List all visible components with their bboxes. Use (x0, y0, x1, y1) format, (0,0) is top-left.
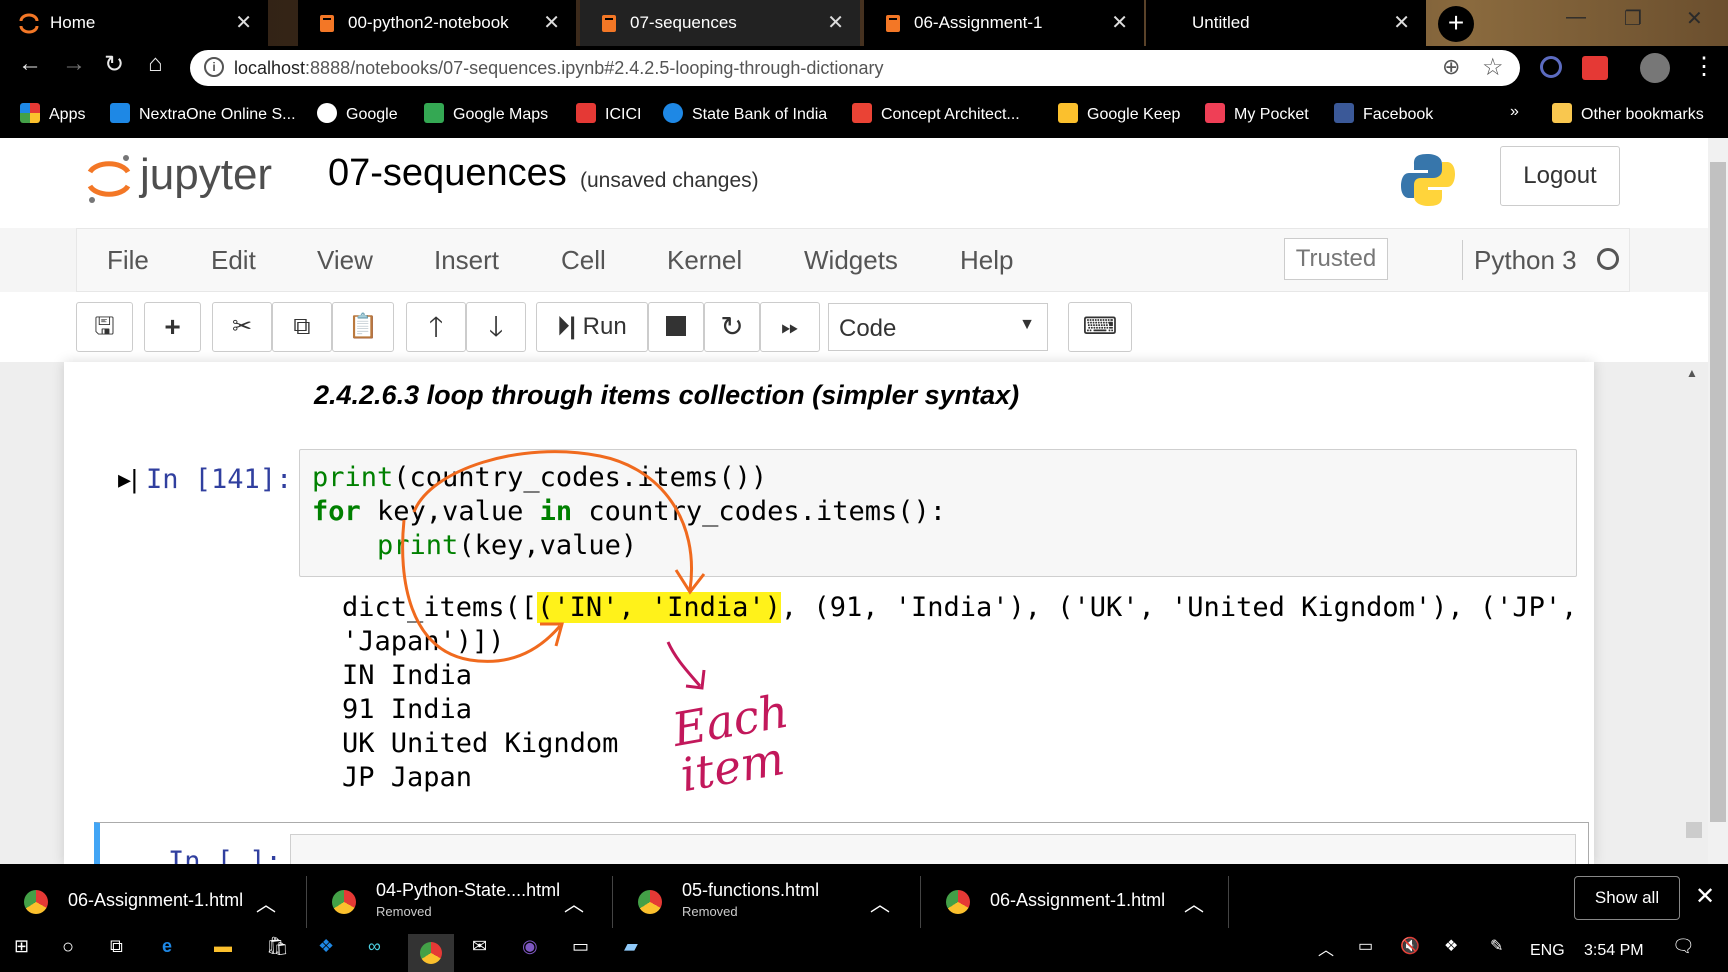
infinity-app-icon[interactable]: ∞ (368, 936, 381, 957)
tray-chevron-icon[interactable]: ︿ (1318, 936, 1334, 960)
close-icon[interactable]: ✕ (1695, 882, 1715, 911)
download-item[interactable]: 04-Python-State....html Removed ︿ (308, 864, 608, 940)
show-all-button[interactable]: Show all (1574, 876, 1680, 920)
inner-scroll-up-icon[interactable]: ▲ (1686, 366, 1698, 380)
inner-scrollbar-thumb[interactable] (1686, 822, 1702, 838)
download-filename: 06-Assignment-1.html (68, 890, 244, 910)
dropbox-icon[interactable]: ❖ (318, 936, 334, 957)
divider (612, 876, 613, 928)
windows-start-icon[interactable]: ⊞ (14, 936, 29, 957)
download-status: Removed (682, 904, 738, 919)
clock[interactable]: 3:54 PM (1584, 942, 1644, 960)
volume-muted-icon[interactable]: 🔇 (1400, 936, 1420, 956)
divider (306, 876, 307, 928)
scrollbar-thumb[interactable] (1710, 162, 1726, 822)
chevron-up-icon[interactable]: ︿ (256, 888, 276, 917)
download-item[interactable]: 05-functions.html Removed ︿ (614, 864, 914, 940)
download-filename: 05-functions.html (682, 880, 820, 900)
download-status: Removed (376, 904, 432, 919)
battery-icon[interactable]: ▭ (1358, 936, 1373, 956)
notes-app-icon[interactable]: ▰ (624, 936, 638, 957)
mail-icon[interactable]: ✉ (472, 936, 487, 957)
edge-icon[interactable]: e (162, 936, 172, 957)
dropbox-tray-icon[interactable]: ❖ (1444, 936, 1458, 956)
chrome-icon (638, 890, 662, 914)
pen-icon[interactable]: ✎ (1490, 936, 1503, 956)
language-indicator[interactable]: ENG (1530, 942, 1565, 960)
download-filename: 06-Assignment-1.html (990, 890, 1166, 910)
chrome-icon (24, 890, 48, 914)
divider (1228, 876, 1229, 928)
download-item[interactable]: 06-Assignment-1.html ︿ (922, 864, 1228, 940)
download-filename: 04-Python-State....html (376, 880, 561, 900)
terminal-icon[interactable]: ▭ (572, 936, 589, 957)
file-explorer-icon[interactable]: ▬ (214, 936, 232, 957)
chevron-up-icon[interactable]: ︿ (564, 888, 584, 917)
download-item[interactable]: 06-Assignment-1.html ︿ (0, 864, 300, 940)
task-view-icon[interactable]: ⧉ (110, 936, 123, 957)
taskbar (0, 932, 1728, 972)
chrome-icon (420, 942, 442, 964)
chevron-up-icon[interactable]: ︿ (870, 888, 890, 917)
chrome-taskbar-button[interactable] (408, 934, 454, 972)
chrome-icon (946, 890, 970, 914)
app-icon[interactable]: ◉ (522, 936, 538, 957)
chrome-icon (332, 890, 356, 914)
search-icon[interactable]: ○ (62, 936, 74, 959)
store-icon[interactable]: 🛍 (266, 936, 289, 957)
chevron-up-icon[interactable]: ︿ (1184, 888, 1204, 917)
divider (920, 876, 921, 928)
notifications-icon[interactable]: 🗨 (1672, 936, 1695, 957)
